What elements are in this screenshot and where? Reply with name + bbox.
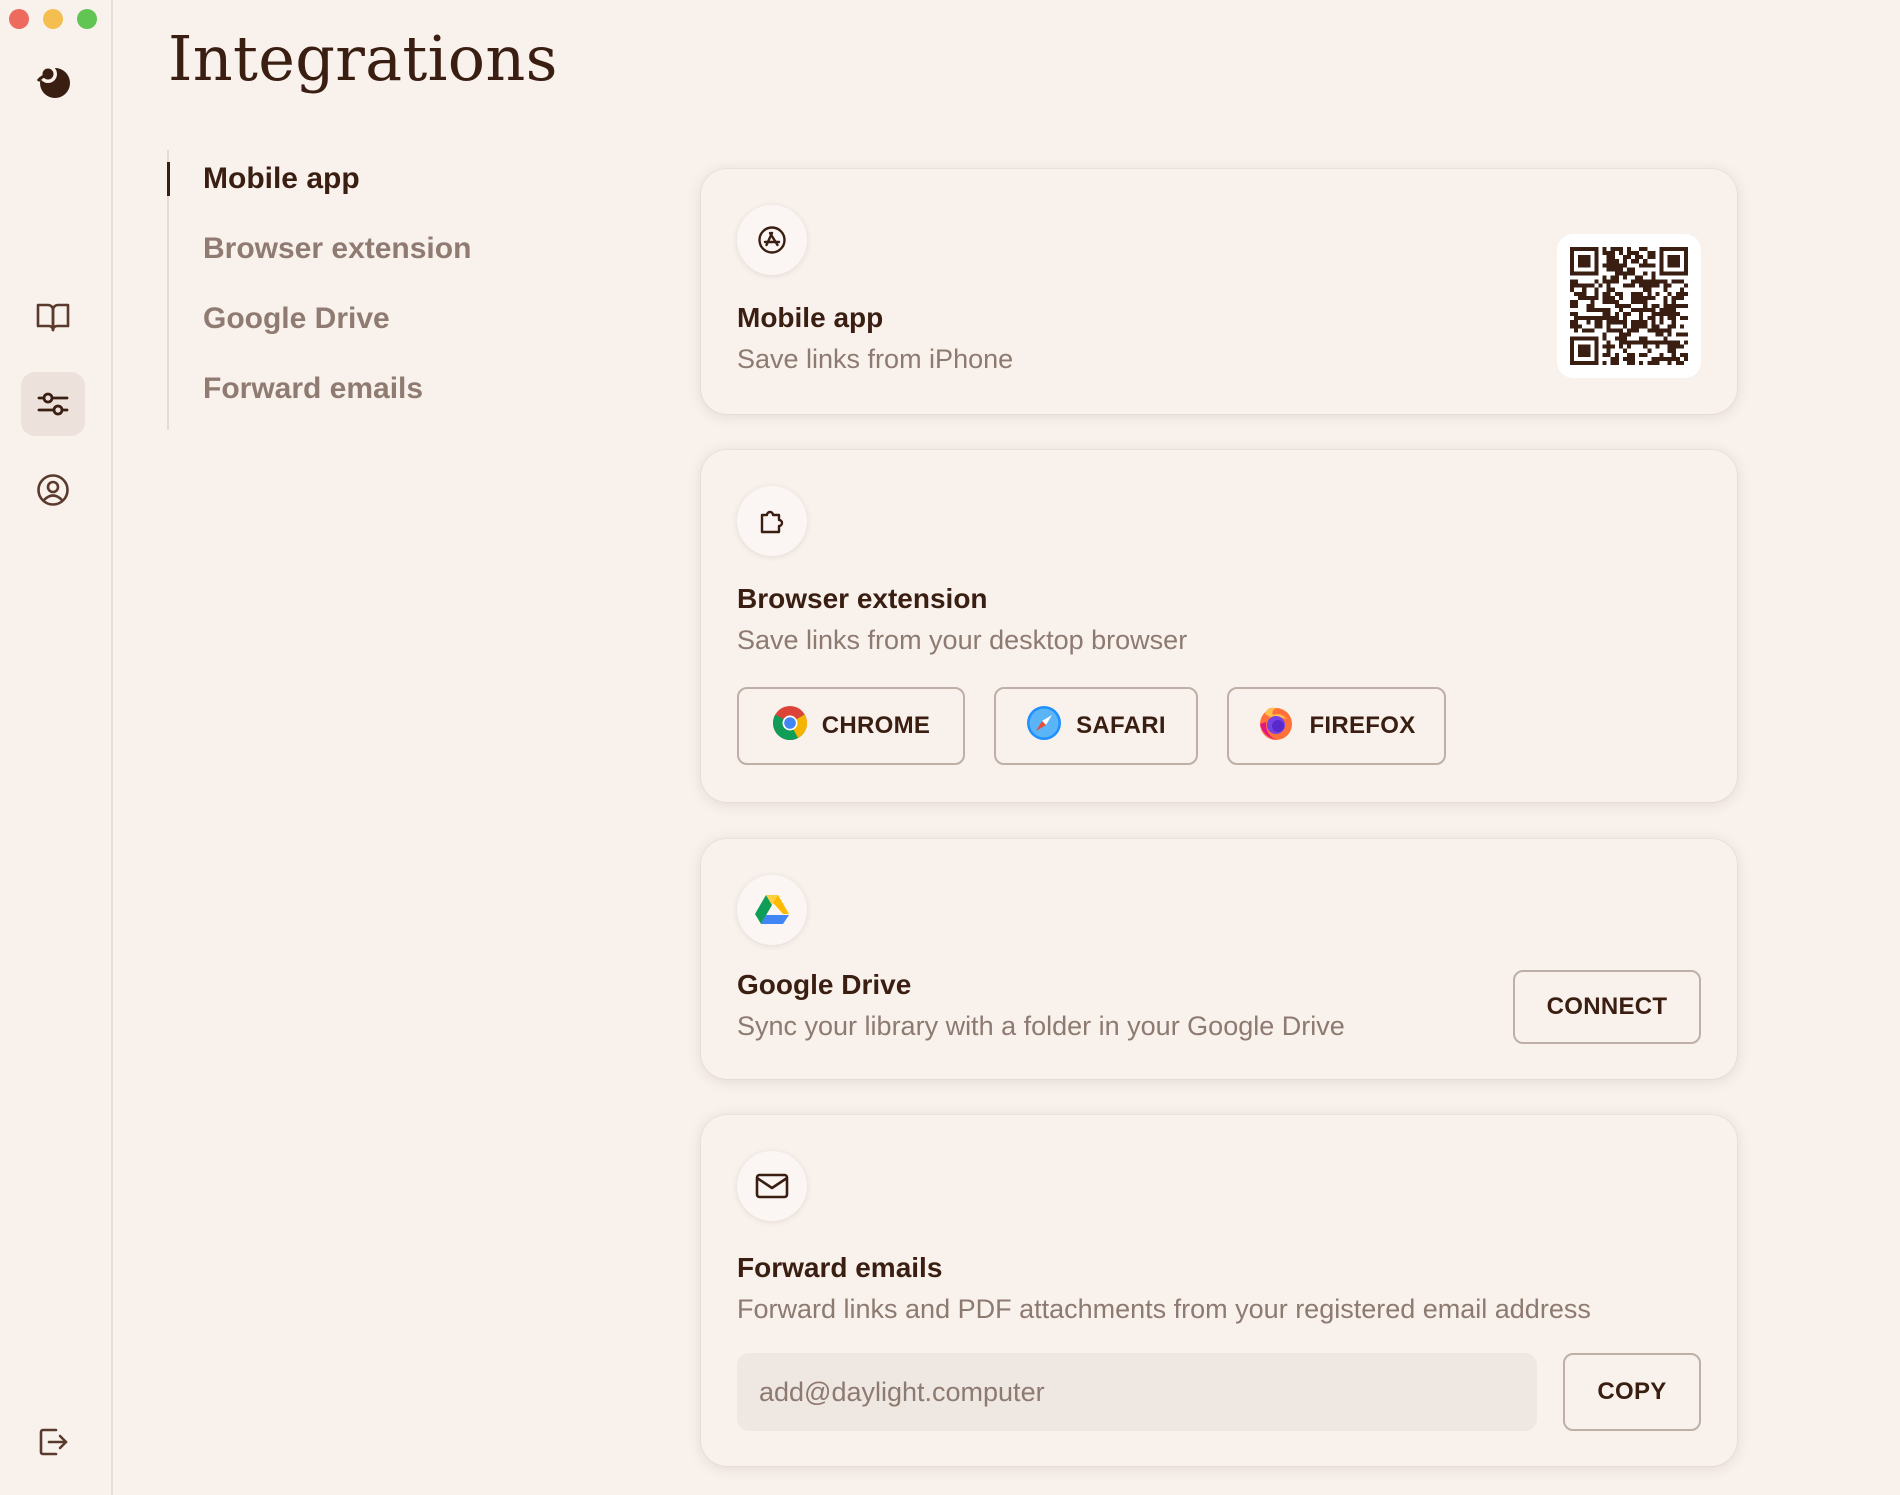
forward-email-field[interactable] <box>737 1353 1537 1431</box>
subnav-item-browser-extension[interactable]: Browser extension <box>169 220 527 290</box>
browser-extension-card: Browser extension Save links from your d… <box>701 450 1737 802</box>
subnav-item-mobile-app[interactable]: Mobile app <box>167 150 527 220</box>
forward-emails-card: Forward emails Forward links and PDF att… <box>701 1115 1737 1466</box>
firefox-button[interactable]: FIREFOX <box>1227 687 1446 765</box>
user-circle-icon <box>36 473 70 507</box>
google-drive-title: Google Drive <box>737 969 912 1000</box>
puzzle-extension-icon <box>737 486 807 556</box>
window-controls <box>9 9 97 29</box>
sliders-icon <box>36 389 70 419</box>
app-window: Integrations Mobile app Browser extensio… <box>0 0 1900 1495</box>
logout-icon <box>37 1426 69 1458</box>
close-window-button[interactable] <box>9 9 29 29</box>
connect-button[interactable]: CONNECT <box>1513 970 1701 1044</box>
copy-button[interactable]: COPY <box>1563 1353 1701 1431</box>
mobile-app-description: Save links from iPhone <box>737 344 1014 374</box>
library-nav-button[interactable] <box>21 285 85 349</box>
browser-extension-title: Browser extension <box>737 583 988 614</box>
app-store-icon <box>737 205 807 275</box>
google-drive-icon <box>737 875 807 945</box>
daylight-logo-icon[interactable] <box>21 48 85 112</box>
account-nav-button[interactable] <box>21 458 85 522</box>
page-title: Integrations <box>168 22 558 95</box>
browser-button-group: CHROME SAFARI FIREFOX <box>737 687 1446 765</box>
safari-button[interactable]: SAFARI <box>994 687 1198 765</box>
zoom-window-button[interactable] <box>77 9 97 29</box>
envelope-icon <box>737 1151 807 1221</box>
integrations-subnav: Mobile app Browser extension Google Driv… <box>167 150 527 430</box>
mobile-app-title: Mobile app <box>737 302 884 333</box>
browser-extension-description: Save links from your desktop browser <box>737 625 1188 655</box>
minimize-window-button[interactable] <box>43 9 63 29</box>
integrations-nav-button[interactable] <box>21 372 85 436</box>
google-drive-description: Sync your library with a folder in your … <box>737 1011 1345 1041</box>
logout-button[interactable] <box>21 1410 85 1474</box>
qr-code-icon <box>1557 234 1701 378</box>
forward-emails-title: Forward emails <box>737 1252 943 1283</box>
subnav-item-google-drive[interactable]: Google Drive <box>169 290 527 360</box>
chrome-button[interactable]: CHROME <box>737 687 965 765</box>
chrome-icon <box>772 705 808 748</box>
subnav-item-forward-emails[interactable]: Forward emails <box>169 360 527 430</box>
forward-emails-description: Forward links and PDF attachments from y… <box>737 1294 1591 1324</box>
safari-button-label: SAFARI <box>1076 712 1166 739</box>
google-drive-card: Google Drive Sync your library with a fo… <box>701 839 1737 1079</box>
book-open-icon <box>36 302 70 332</box>
mobile-app-card: Mobile app Save links from iPhone <box>701 169 1737 414</box>
chrome-button-label: CHROME <box>821 712 931 739</box>
firefox-icon <box>1257 704 1295 749</box>
firefox-button-label: FIREFOX <box>1309 712 1416 739</box>
left-rail <box>0 0 113 1495</box>
safari-icon <box>1026 705 1062 748</box>
